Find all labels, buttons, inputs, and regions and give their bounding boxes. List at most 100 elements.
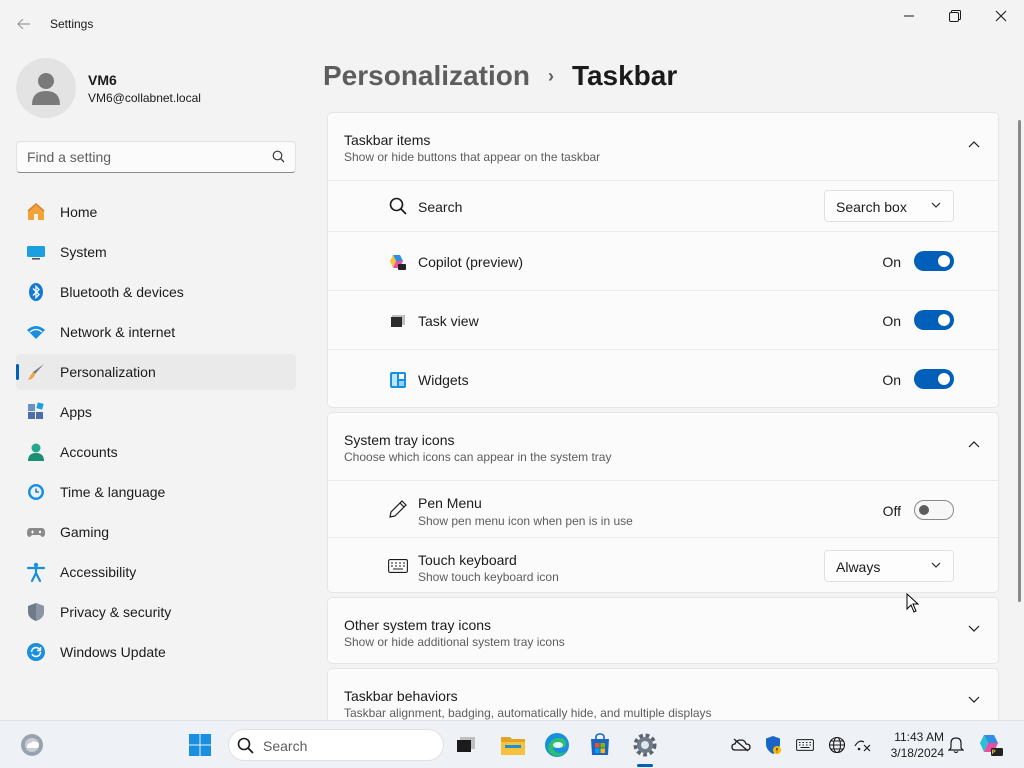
taskbar-edge[interactable] bbox=[543, 731, 571, 759]
task-view-label: Task view bbox=[418, 313, 479, 329]
sidebar-item-accounts[interactable]: Accounts bbox=[16, 434, 296, 470]
task-view-icon bbox=[457, 737, 475, 752]
chevron-down-icon bbox=[968, 696, 980, 703]
sidebar-item-accessibility[interactable]: Accessibility bbox=[16, 554, 296, 590]
brush-icon bbox=[26, 362, 46, 382]
mouse-cursor-icon bbox=[906, 593, 920, 613]
system-icon bbox=[26, 242, 46, 262]
weather-widget[interactable] bbox=[18, 731, 46, 759]
section-title: Taskbar items bbox=[344, 132, 431, 148]
taskbar-task-view[interactable] bbox=[452, 731, 480, 759]
dropdown-value: Search box bbox=[836, 199, 907, 215]
search-mode-dropdown[interactable]: Search box bbox=[824, 190, 954, 222]
section-subtitle: Show or hide buttons that appear on the … bbox=[344, 150, 601, 164]
copilot-taskbar-button[interactable] bbox=[977, 731, 1005, 759]
edge-icon bbox=[545, 733, 569, 757]
breadcrumb-separator: › bbox=[547, 65, 554, 86]
chevron-up-icon bbox=[968, 441, 980, 448]
copilot-icon bbox=[388, 252, 408, 272]
clock-time: 11:43 AM bbox=[894, 730, 944, 744]
onedrive-tray[interactable] bbox=[731, 735, 751, 755]
taskbar-behaviors-section[interactable]: Taskbar behaviors Taskbar alignment, bad… bbox=[327, 668, 999, 728]
network-sound-tray[interactable] bbox=[853, 735, 873, 755]
task-view-state: On bbox=[882, 313, 901, 329]
sidebar-item-bluetooth[interactable]: Bluetooth & devices bbox=[16, 274, 296, 310]
start-button[interactable] bbox=[186, 731, 214, 759]
sidebar-item-time-language[interactable]: Time & language bbox=[16, 474, 296, 510]
task-view-icon bbox=[388, 311, 408, 331]
folder-icon bbox=[501, 737, 525, 755]
minimize-icon bbox=[904, 15, 914, 17]
minimize-button[interactable] bbox=[886, 0, 932, 32]
language-tray[interactable] bbox=[827, 735, 847, 755]
avatar bbox=[16, 58, 76, 118]
taskbar: Search 11:43 AM 3/18/2024 bbox=[0, 720, 1024, 768]
app-title: Settings bbox=[50, 17, 94, 31]
sidebar-item-apps[interactable]: Apps bbox=[16, 394, 296, 430]
breadcrumb-parent[interactable]: Personalization bbox=[323, 60, 530, 92]
section-title: Other system tray icons bbox=[344, 617, 492, 633]
task-view-toggle[interactable] bbox=[914, 310, 954, 330]
scrollbar[interactable] bbox=[1018, 120, 1021, 602]
taskbar-items-header[interactable]: Taskbar items Show or hide buttons that … bbox=[328, 113, 998, 180]
section-subtitle: Show or hide additional system tray icon… bbox=[344, 635, 565, 649]
pen-menu-toggle[interactable] bbox=[914, 500, 954, 520]
sidebar-item-label: Accounts bbox=[60, 444, 118, 460]
taskbar-settings[interactable] bbox=[631, 731, 659, 759]
sidebar-item-privacy-security[interactable]: Privacy & security bbox=[16, 594, 296, 630]
chevron-up-icon bbox=[968, 141, 980, 148]
section-title: System tray icons bbox=[344, 432, 455, 448]
search-icon bbox=[388, 196, 408, 216]
sidebar-item-label: Home bbox=[60, 204, 98, 220]
maximize-button[interactable] bbox=[932, 0, 978, 32]
sidebar-item-label: Personalization bbox=[60, 364, 156, 380]
copilot-label: Copilot (preview) bbox=[418, 254, 524, 270]
sidebar-item-system[interactable]: System bbox=[16, 234, 296, 270]
system-clock[interactable]: 11:43 AM 3/18/2024 bbox=[884, 729, 944, 761]
weather-icon bbox=[21, 734, 43, 756]
apps-icon bbox=[26, 402, 46, 422]
profile-name: VM6 bbox=[88, 72, 117, 88]
sidebar-nav: Home System Bluetooth & devices Network … bbox=[16, 194, 296, 674]
other-tray-section[interactable]: Other system tray icons Show or hide add… bbox=[327, 597, 999, 664]
copilot-toggle[interactable] bbox=[914, 251, 954, 271]
section-title: Taskbar behaviors bbox=[344, 688, 458, 704]
sidebar-item-home[interactable]: Home bbox=[16, 194, 296, 230]
sidebar-item-gaming[interactable]: Gaming bbox=[16, 514, 296, 550]
touch-keyboard-dropdown[interactable]: Always bbox=[824, 550, 954, 582]
profile-email: VM6@collabnet.local bbox=[88, 91, 201, 105]
update-icon bbox=[26, 642, 46, 662]
time-icon bbox=[26, 482, 46, 502]
touch-keyboard-tray[interactable] bbox=[795, 735, 815, 755]
find-setting-box[interactable] bbox=[16, 141, 296, 173]
security-tray[interactable] bbox=[763, 735, 783, 755]
search-label: Search bbox=[418, 199, 463, 215]
back-button[interactable] bbox=[12, 12, 36, 36]
notifications-tray[interactable] bbox=[946, 735, 966, 755]
taskbar-search[interactable]: Search bbox=[228, 729, 444, 761]
user-profile[interactable]: VM6 VM6@collabnet.local bbox=[16, 58, 296, 118]
widgets-toggle[interactable] bbox=[914, 369, 954, 389]
system-tray-header[interactable]: System tray icons Choose which icons can… bbox=[328, 413, 998, 480]
pen-menu-label: Pen Menu bbox=[418, 495, 482, 511]
search-icon bbox=[272, 150, 285, 163]
taskbar-file-explorer[interactable] bbox=[499, 731, 527, 759]
sidebar-item-network[interactable]: Network & internet bbox=[16, 314, 296, 350]
sidebar-item-windows-update[interactable]: Windows Update bbox=[16, 634, 296, 670]
sidebar-item-label: Network & internet bbox=[60, 324, 176, 340]
accessibility-icon bbox=[26, 562, 46, 582]
taskbar-store[interactable] bbox=[586, 731, 614, 759]
widgets-icon bbox=[388, 370, 408, 390]
title-bar: Settings bbox=[0, 0, 1024, 48]
cloud-offline-icon bbox=[731, 738, 751, 752]
sidebar-item-personalization[interactable]: Personalization bbox=[16, 354, 296, 390]
restore-icon bbox=[949, 10, 961, 22]
touch-keyboard-row: Touch keyboard Show touch keyboard icon … bbox=[328, 537, 998, 593]
clock-date: 3/18/2024 bbox=[890, 746, 944, 760]
sidebar-item-label: Bluetooth & devices bbox=[60, 284, 184, 300]
pen-menu-description: Show pen menu icon when pen is in use bbox=[418, 514, 633, 528]
find-setting-input[interactable] bbox=[27, 148, 257, 166]
user-icon bbox=[32, 73, 60, 105]
keyboard-icon bbox=[388, 556, 408, 576]
close-button[interactable] bbox=[978, 0, 1024, 32]
